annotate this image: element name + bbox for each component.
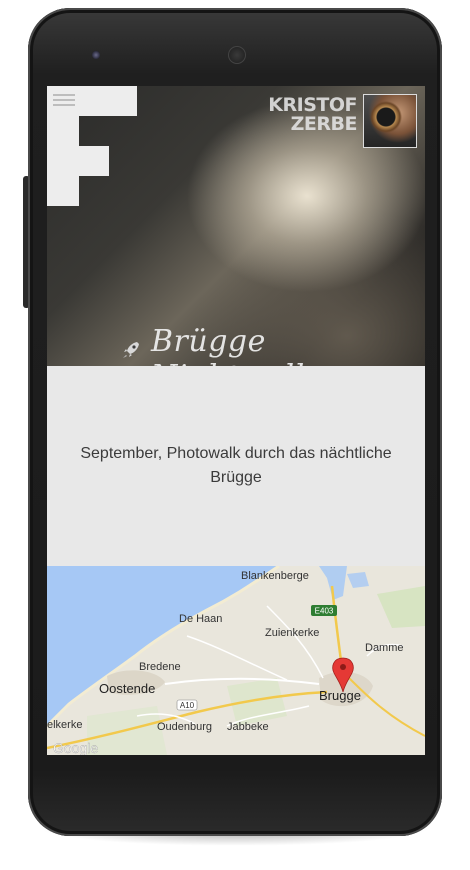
brand-logo[interactable]: KRISTOF ZERBE (268, 96, 357, 134)
place-middelkerke: elkerke (47, 719, 82, 731)
road-main (164, 677, 320, 685)
green-area-2 (227, 678, 287, 726)
road-zuienkerke (266, 605, 324, 679)
event-description-section: September, Photowalk durch das nächtlich… (47, 366, 425, 566)
location-map[interactable]: E403 A10 Blankenberge De Haan Zuienkerke… (47, 566, 425, 755)
earpiece-speaker (228, 46, 246, 64)
place-blankenberge: Blankenberge (241, 570, 309, 582)
device-mockup: KRISTOF ZERBE Brügge Nightwalk September… (0, 0, 470, 870)
harbour-basin (347, 572, 369, 588)
place-de-haan: De Haan (179, 613, 222, 625)
a10-label: A10 (180, 701, 195, 710)
e403-label: E403 (315, 607, 334, 616)
place-oostende: Oostende (99, 681, 155, 696)
brand-line-2: ZERBE (290, 113, 358, 135)
place-jabbeke: Jabbeke (227, 721, 269, 733)
avatar[interactable] (363, 94, 417, 148)
place-brugge: Brugge (319, 688, 361, 703)
event-description: September, Photowalk durch das nächtlich… (80, 445, 392, 486)
road-north (186, 635, 288, 681)
phone-screen: KRISTOF ZERBE Brügge Nightwalk September… (47, 86, 425, 755)
front-camera (92, 51, 100, 59)
place-damme: Damme (365, 642, 404, 654)
map-canvas[interactable]: E403 A10 Blankenberge De Haan Zuienkerke… (47, 566, 425, 755)
google-watermark: Google (53, 740, 98, 755)
place-bredene: Bredene (139, 661, 181, 673)
rocket-icon (123, 342, 139, 358)
place-zuienkerke: Zuienkerke (265, 627, 319, 639)
hero-image: KRISTOF ZERBE Brügge Nightwalk (47, 86, 425, 394)
green-area-1 (377, 586, 425, 628)
hamburger-menu-icon[interactable] (53, 94, 75, 108)
place-oudenburg: Oudenburg (157, 721, 212, 733)
